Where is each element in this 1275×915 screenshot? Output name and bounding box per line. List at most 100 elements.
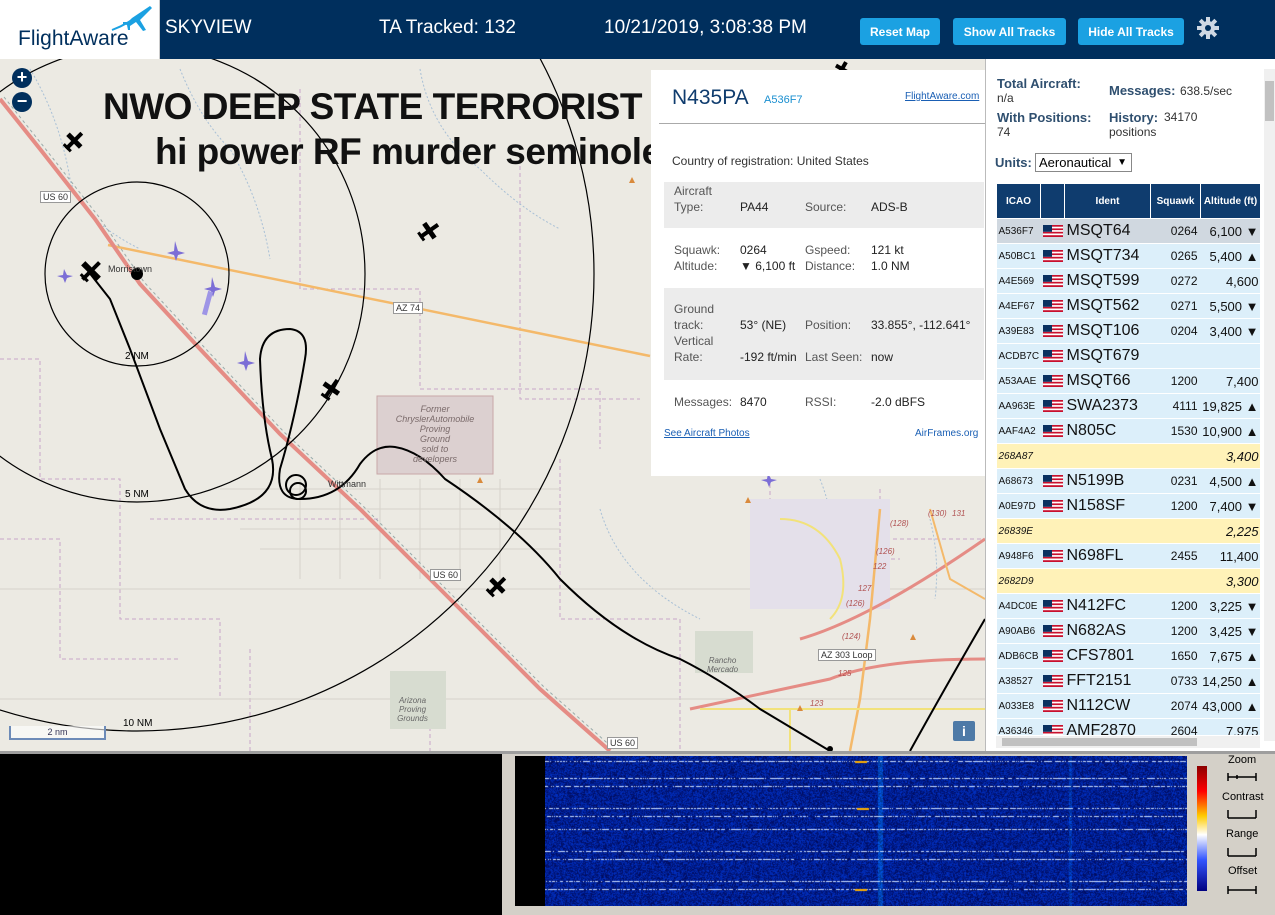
divider [659,123,985,124]
zoom-in-button[interactable]: + [12,68,32,88]
column-header-flag[interactable] [1040,183,1065,219]
messages-label: Messages: [674,395,733,409]
table-row[interactable]: A033E8 N112CW 2074 43,000 ▲ [996,693,1260,719]
squawk-cell: 2455 [1150,543,1201,569]
altitude-cell: 3,400 ▼ [1200,318,1260,344]
icao-cell: A033E8 [996,693,1041,719]
ident-cell: N698FL [1064,543,1151,569]
table-row[interactable]: ADB6CB CFS7801 1650 7,675 ▲ [996,643,1260,669]
column-header-ident[interactable]: Ident [1064,183,1151,219]
altitude-cell: 5,500 ▼ [1200,293,1260,319]
table-row[interactable]: A39E83 MSQT106 0204 3,400 ▼ [996,318,1260,344]
icao-cell: A536F7 [996,218,1041,244]
table-row[interactable]: A90AB6 N682AS 1200 3,425 ▼ [996,618,1260,644]
flightaware-link[interactable]: FlightAware.com [905,91,979,102]
squawk-cell: 1200 [1150,593,1201,619]
hide-all-tracks-button[interactable]: Hide All Tracks [1078,18,1184,45]
range-slider[interactable] [1227,847,1257,857]
table-row[interactable]: A948F6 N698FL 2455 11,400 [996,543,1260,569]
reset-map-button[interactable]: Reset Map [860,18,940,45]
table-row[interactable]: A536F7 MSQT64 0264 6,100 ▼ [996,218,1260,244]
us-flag-icon [1042,325,1065,337]
aircraft-label: Aircraft [674,184,713,198]
table-row[interactable]: 268A87 3,400 [996,443,1260,469]
map-info-button[interactable]: i [953,721,975,741]
place-label: Morristown [108,264,153,274]
table-row[interactable]: A38527 FFT2151 0733 14,250 ▲ [996,668,1260,694]
squawk-cell: 0271 [1150,293,1201,319]
range-label: Range [1226,828,1259,840]
area-label-line: sold to [421,444,449,454]
table-row[interactable]: 2682D9 3,300 [996,568,1260,594]
table-row[interactable]: A36346 AMF2870 2604 7,975 [996,718,1260,735]
column-header-altitude[interactable]: Altitude (ft) [1200,183,1260,219]
us-flag-icon [1042,350,1065,362]
gear-icon[interactable] [1196,16,1220,40]
flag-cell [1040,368,1065,394]
table-row[interactable]: A53AAE MSQT66 1200 7,400 [996,368,1260,394]
contrast-slider[interactable] [1227,809,1257,819]
scrollbar-thumb[interactable] [1265,81,1274,121]
route-number-label: (128) [890,519,909,528]
icao-cell: AAF4A2 [996,418,1041,444]
ident-cell [1064,568,1151,594]
altitude-cell: 7,975 [1200,718,1260,735]
altitude-cell: 4,600 [1200,268,1260,294]
track-value: 53° (NE) [740,318,787,332]
icao-cell: A36346 [996,718,1041,735]
aircraft-photos-link[interactable]: See Aircraft Photos [664,428,750,439]
table-row[interactable]: A68673 N5199B 0231 4,500 ▲ [996,468,1260,494]
altitude-cell: 6,100 ▼ [1200,218,1260,244]
flag-cell [1040,218,1065,244]
icao-cell: A4E569 [996,268,1041,294]
flag-cell [1040,718,1065,735]
altitude-cell: 4,500 ▲ [1200,468,1260,494]
tracked-count: TA Tracked: 132 [379,17,516,38]
aircraft-list-panel: Total Aircraft: n/a Messages: 638.5/sec … [985,59,1275,751]
show-all-tracks-button[interactable]: Show All Tracks [953,18,1066,45]
airframes-link[interactable]: AirFrames.org [915,428,978,439]
offset-slider[interactable] [1227,885,1257,895]
top-header: FlightAware SKYVIEW TA Tracked: 132 10/2… [0,0,1275,59]
zoom-slider[interactable] [1227,772,1257,782]
flag-cell [1040,393,1065,419]
table-row[interactable]: A0E97D N158SF 1200 7,400 ▼ [996,493,1260,519]
ident-cell: MSQT106 [1064,318,1151,344]
squawk-cell: 2074 [1150,693,1201,719]
us-flag-icon [1042,600,1065,612]
area-label-line: Proving [419,424,451,434]
table-row[interactable]: AA963E SWA2373 4111 19,825 ▲ [996,393,1260,419]
table-row[interactable]: A4E569 MSQT599 0272 4,600 [996,268,1260,294]
table-row[interactable]: A50BC1 MSQT734 0265 5,400 ▲ [996,243,1260,269]
flag-cell [1040,268,1065,294]
icao-cell: A50BC1 [996,243,1041,269]
units-label: Units: [995,155,1032,170]
table-row[interactable]: A4DC0E N412FC 1200 3,225 ▼ [996,593,1260,619]
table-row[interactable]: 26839E 2,225 [996,518,1260,544]
route-number-label: (124) [842,632,861,641]
messages-rssi-box: Messages: 8470 RSSI: -2.0 dBFS [664,384,984,409]
us-flag-icon [1042,725,1065,735]
column-header-squawk[interactable]: Squawk [1150,183,1201,219]
table-row[interactable]: A4EF67 MSQT562 0271 5,500 ▼ [996,293,1260,319]
us-flag-icon [1042,475,1065,487]
messages-rate-label: Messages: [1109,83,1176,98]
table-row[interactable]: AAF4A2 N805C 1530 10,900 ▲ [996,418,1260,444]
squawk-value: 0264 [740,243,767,257]
spectrum-waterfall-area: Zoom Contrast Range Offset [0,751,1275,915]
aircraft-type-value: PA44 [740,200,769,214]
column-header-icao[interactable]: ICAO [996,183,1041,219]
flightaware-logo[interactable]: FlightAware [0,0,160,59]
us-flag-icon [1042,700,1065,712]
waterfall-display[interactable] [545,756,1187,906]
selected-aircraft-panel: N435PA A536F7 FlightAware.com Country of… [651,70,985,476]
vertical-scrollbar[interactable] [1264,69,1275,741]
us-flag-icon [1042,225,1065,237]
horizontal-scrollbar[interactable] [996,736,1260,748]
squawk-label: Squawk: [674,243,721,257]
units-dropdown[interactable]: Aeronautical ▼ [1035,153,1132,172]
table-row[interactable]: ACDB7C MSQT679 [996,343,1260,369]
aircraft-table: ICAO Ident Squawk Altitude (ft) A536F7 MS… [996,183,1260,735]
scrollbar-thumb[interactable] [1002,738,1197,746]
zoom-out-button[interactable]: − [12,92,32,112]
